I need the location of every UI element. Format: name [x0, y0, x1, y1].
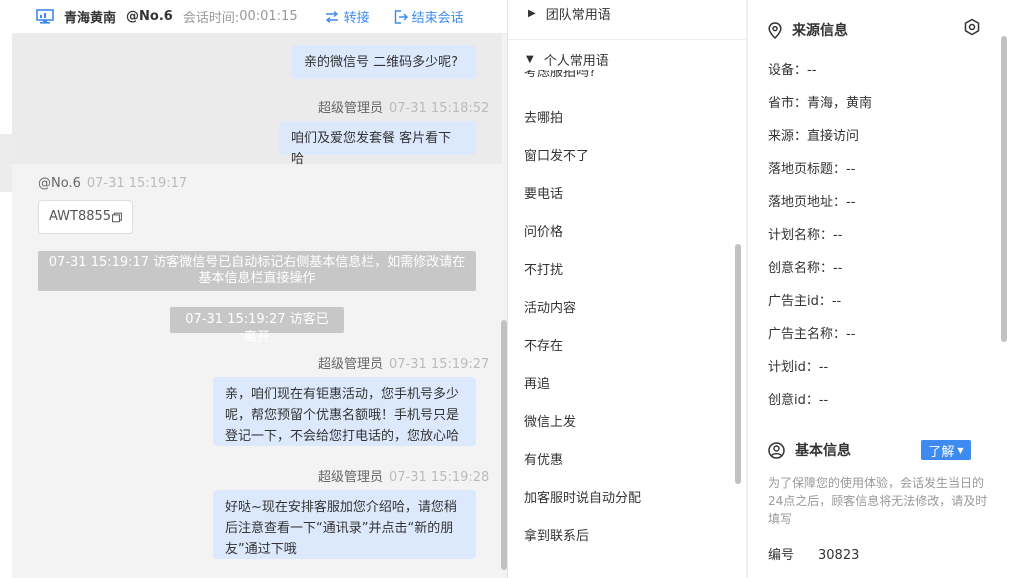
learn-more-label: 了解: [928, 444, 955, 460]
agent-bubble: 亲，咱们现在有钜惠活动，您手机号多少呢，帮您预留个优惠名额哦！手机号只是登记一下…: [213, 377, 476, 446]
visitor-number: @No.6: [126, 9, 173, 24]
message-time: 07-31 15:19:27: [389, 357, 490, 372]
personal-phrases-group[interactable]: ▼ 个人常用语: [508, 48, 746, 70]
agent-bubble: 好哒~现在安排客服加您介绍哈，请您稍后注意查看一下“通讯录”并点击“新的朋友”通…: [213, 490, 476, 559]
phrase-item[interactable]: 窗口发不了: [524, 145, 589, 164]
source-info-heading: 来源信息: [768, 20, 848, 40]
plan-id-row: 计划id：--: [768, 360, 829, 375]
chat-header: 青海黄南 @No.6 会话时间: 00:01:15 转接 结束会话: [12, 0, 507, 34]
phrase-item[interactable]: 不打扰: [524, 259, 563, 278]
source-row: 来源：直接访问: [768, 129, 860, 144]
monitor-icon: [36, 8, 54, 24]
caret-down-icon: ▼: [526, 53, 534, 65]
team-phrases-group[interactable]: ▶ 团队常用语: [508, 0, 746, 33]
id-value: 30823: [818, 548, 860, 563]
phrase-item[interactable]: 加客服时说自动分配: [524, 487, 641, 506]
visitor-message-text: AWT8855: [49, 209, 112, 224]
system-notice: 07-31 15:19:17 访客微信号已自动标记右侧基本信息栏，如需修改请在基…: [38, 251, 476, 291]
landing-url-row: 落地页地址：--: [768, 195, 856, 210]
advertiser-name-row: 广告主名称：--: [768, 327, 856, 342]
message-time: 07-31 15:19:28: [389, 470, 490, 485]
plan-name-row: 计划名称：--: [768, 228, 843, 243]
phrase-item[interactable]: 不存在: [524, 335, 563, 354]
end-session-label: 结束会话: [411, 11, 464, 26]
end-session-button[interactable]: 结束会话: [394, 7, 464, 26]
caret-right-icon: ▶: [528, 7, 536, 19]
phrases-scrollbar[interactable]: [735, 244, 741, 484]
message-time: 07-31 15:18:52: [389, 101, 490, 116]
session-time-value: 00:01:15: [239, 9, 298, 24]
creative-id-row: 创意id：--: [768, 393, 829, 408]
phrase-item[interactable]: 活动内容: [524, 297, 576, 316]
id-label: 编号: [768, 548, 795, 563]
message-time: 07-31 15:19:17: [86, 176, 188, 191]
learn-more-button[interactable]: 了解 ▼: [921, 440, 971, 460]
chat-panel: 青海黄南 @No.6 会话时间: 00:01:15 转接 结束会话 亲的微信号 …: [12, 0, 508, 578]
team-phrases-label: 团队常用语: [545, 7, 611, 23]
caret-down-icon: ▼: [957, 445, 964, 455]
sender-name: 超级管理员: [318, 357, 384, 372]
divider: [508, 39, 746, 40]
id-row: 编号 30823: [768, 544, 859, 563]
device-row: 设备：--: [768, 63, 817, 78]
agent-bubble: 亲的微信号 二维码多少呢?: [292, 45, 476, 79]
province-row: 省市：青海，黄南: [768, 96, 873, 111]
phrase-item[interactable]: 去哪拍: [524, 107, 563, 126]
visitor-message-meta: @No.6 07-31 15:19:17: [38, 176, 187, 191]
info-scrollbar[interactable]: [1001, 36, 1007, 342]
message-meta: 超级管理员 07-31 15:18:52: [318, 97, 489, 116]
gutter-stripe: [0, 134, 12, 192]
info-note: 为了保障您的使用体验，会话发生当日的24点之后，顾客信息将无法修改，请及时填写: [768, 476, 988, 526]
visitor-bubble[interactable]: AWT8855: [38, 200, 133, 234]
agent-bubble: 咱们及爱您发套餐 客片看下哈: [279, 121, 476, 167]
landing-title-row: 落地页标题：--: [768, 162, 856, 177]
location-pin-icon: [768, 21, 782, 39]
copy-icon[interactable]: [112, 212, 122, 223]
message-meta: 超级管理员 07-31 15:19:28: [318, 466, 489, 485]
left-gutter: [0, 0, 12, 578]
transfer-icon: [325, 10, 338, 23]
info-panel: 来源信息 设备：-- 省市：青海，黄南 来源：直接访问 落地页标题：-- 落地页…: [748, 0, 1011, 578]
app-root: 青海黄南 @No.6 会话时间: 00:01:15 转接 结束会话 亲的微信号 …: [0, 0, 1011, 578]
phrase-item[interactable]: 问价格: [524, 221, 563, 240]
session-time-label: 会话时间:: [182, 11, 240, 26]
advertiser-id-row: 广告主id：--: [768, 294, 842, 309]
agent-message-block: 超级管理员 07-31 15:18:52 咱们及爱您发套餐 客片看下哈: [12, 86, 502, 167]
sender-name: @No.6: [38, 176, 81, 191]
visitor-location: 青海黄南: [64, 11, 117, 26]
phrases-panel: 去哪拍 窗口发不了 要电话 问价格 不打扰 活动内容 不存在 再追 微信上发 有…: [508, 0, 746, 578]
personal-phrases-label: 个人常用语: [543, 53, 609, 69]
chat-scrollbar[interactable]: [501, 320, 507, 570]
message-meta: 超级管理员 07-31 15:19:27: [318, 353, 489, 372]
transfer-button[interactable]: 转接: [324, 7, 370, 26]
phrase-item[interactable]: 微信上发: [524, 411, 576, 430]
sender-name: 超级管理员: [318, 101, 384, 116]
sender-name: 超级管理员: [318, 470, 384, 485]
source-info-title: 来源信息: [792, 23, 848, 39]
phrase-item-partial[interactable]: 考虑服拍吗?: [524, 70, 596, 82]
phrase-item[interactable]: 要电话: [524, 183, 563, 202]
phrase-item[interactable]: 再追: [524, 373, 550, 392]
exit-icon: [394, 9, 408, 24]
creative-name-row: 创意名称：--: [768, 261, 843, 276]
chat-messages: 亲的微信号 二维码多少呢? 超级管理员 07-31 15:18:52 咱们及爱您发…: [12, 34, 507, 578]
basic-info-title: 基本信息: [795, 443, 851, 459]
settings-icon[interactable]: [963, 18, 981, 36]
transfer-label: 转接: [343, 11, 370, 26]
agent-message-block: 亲的微信号 二维码多少呢?: [12, 34, 502, 86]
basic-info-heading: 基本信息: [768, 440, 851, 460]
user-circle-icon: [768, 441, 785, 459]
phrase-item[interactable]: 拿到联系后: [524, 525, 589, 544]
phrase-item[interactable]: 有优惠: [524, 449, 563, 468]
system-notice: 07-31 15:19:27 访客已离开: [170, 307, 344, 345]
